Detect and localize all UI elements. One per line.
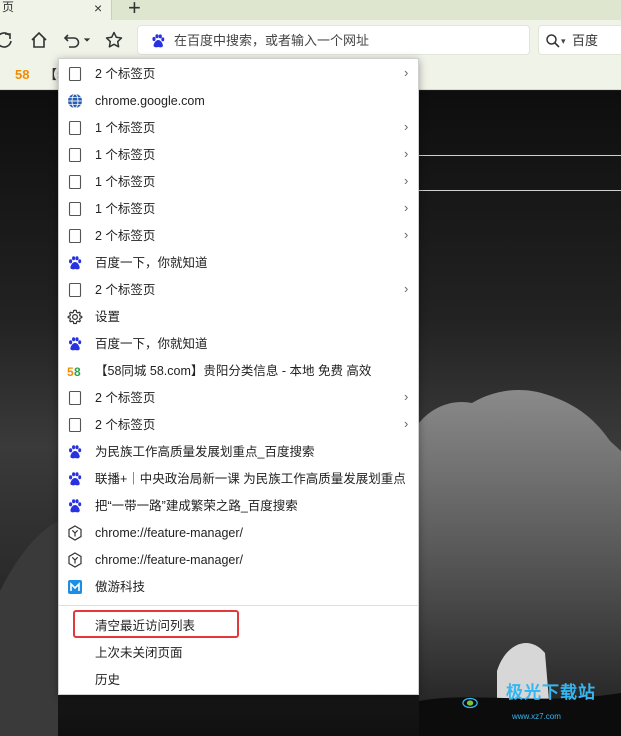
bookmark-58[interactable]: 58 [15,67,29,83]
tab-title: 页 [2,0,15,14]
menu-item[interactable]: 设置 [59,303,418,330]
menu-item[interactable]: chrome.google.com [59,87,418,114]
menu-item[interactable]: 把“一带一路”建成繁荣之路_百度搜索 [59,492,418,519]
submenu-arrow-icon: › [404,119,409,134]
watermark-url: www.xz7.com [512,712,561,721]
baidu-paw-icon [67,336,83,352]
address-placeholder: 在百度中搜索，或者输入一个网址 [174,33,370,48]
submenu-arrow-icon: › [404,200,409,215]
submenu-arrow-icon: › [404,173,409,188]
highlight-annotation-box [73,610,239,638]
menu-item-label: 【58同城 58.com】贵阳分类信息 - 本地 免费 高效 [95,364,372,378]
page-divider [418,190,621,191]
menu-item-label: 百度一下，你就知道 [95,337,208,351]
watermark-title: 极光下载站 [506,683,596,702]
history-item[interactable]: 历史 [95,672,120,688]
search-engine-dropdown-icon[interactable]: ▾ [561,33,566,49]
menu-item-label: chrome.google.com [95,94,205,108]
menu-item-label: 2 个标签页 [95,229,156,243]
menu-item[interactable]: 1 个标签页 › [59,195,418,222]
search-engine-label: 百度 [572,33,599,48]
page-icon [67,282,83,298]
menu-item[interactable]: 2 个标签页 › [59,276,418,303]
page-icon [67,174,83,190]
page-icon [67,147,83,163]
menu-item[interactable]: 5 8 【58同城 58.com】贵阳分类信息 - 本地 免费 高效 [59,357,418,384]
last-unclosed-pages-item[interactable]: 上次未关闭页面 [95,645,183,661]
menu-item[interactable]: 联播+｜中央政治局新一课 为民族工作高质量发展划重点 [59,465,418,492]
menu-item[interactable]: 1 个标签页 › [59,168,418,195]
menu-item[interactable]: 2 个标签页 › [59,384,418,411]
menu-item-label: 1 个标签页 [95,202,156,216]
baidu-paw-icon [67,498,83,514]
menu-item-label: 2 个标签页 [95,391,156,405]
baidu-paw-icon [67,444,83,460]
baidu-paw-icon [67,255,83,271]
submenu-arrow-icon: › [404,65,409,80]
menu-item-label: 百度一下，你就知道 [95,256,208,270]
hexagon-y-icon [67,525,83,541]
page-divider [418,155,621,156]
globe-icon [67,93,83,109]
menu-separator [59,605,418,606]
submenu-arrow-icon: › [404,281,409,296]
page-icon [67,120,83,136]
menu-item[interactable]: 百度一下，你就知道 [59,330,418,357]
search-icon [546,34,560,48]
menu-item[interactable]: 1 个标签页 › [59,141,418,168]
menu-item[interactable]: 百度一下，你就知道 [59,249,418,276]
page-icon [67,390,83,406]
menu-item-label: 1 个标签页 [95,175,156,189]
menu-item-label: 傲游科技 [95,580,146,594]
submenu-arrow-icon: › [404,389,409,404]
menu-item-label: chrome://feature-manager/ [95,553,243,567]
hexagon-y-icon [67,552,83,568]
undo-dropdown-icon[interactable] [80,28,94,52]
menu-item-label: 1 个标签页 [95,121,156,135]
menu-item[interactable]: 傲游科技 [59,573,418,600]
active-tab[interactable]: 页 × [0,0,112,20]
submenu-arrow-icon: › [404,227,409,242]
tab-strip: 页 × + [0,0,621,20]
toolbar: 在百度中搜索，或者输入一个网址 ▾ 百度 [0,20,621,60]
menu-item[interactable]: chrome://feature-manager/ [59,519,418,546]
svg-text:5: 5 [67,365,74,379]
menu-item-label: chrome://feature-manager/ [95,526,243,540]
recently-closed-menu: 2 个标签页 › chrome.google.com 1 个标签页 › 1 个标签页 › 1 … [58,58,419,695]
menu-item-label: 2 个标签页 [95,283,156,297]
menu-item-label: 为民族工作高质量发展划重点_百度搜索 [95,445,315,459]
submenu-arrow-icon: › [404,146,409,161]
baidu-paw-icon [152,34,165,48]
tab-close-icon[interactable]: × [94,1,102,15]
svg-text:8: 8 [74,365,81,379]
menu-item-label: 2 个标签页 [95,418,156,432]
menu-item-label: 2 个标签页 [95,67,156,81]
gear-icon [67,309,83,325]
reload-icon[interactable] [0,28,16,52]
menu-item[interactable]: 为民族工作高质量发展划重点_百度搜索 [59,438,418,465]
search-box[interactable]: ▾ 百度 [538,25,621,55]
menu-item[interactable]: 2 个标签页 › [59,60,418,87]
star-bookmark-icon[interactable] [102,28,126,52]
page-icon [67,417,83,433]
menu-item-label: 设置 [95,310,121,324]
page-icon [67,228,83,244]
baidu-paw-icon [67,471,83,487]
menu-item[interactable]: 2 个标签页 › [59,222,418,249]
menu-item[interactable]: 1 个标签页 › [59,114,418,141]
maxthon-icon [67,579,83,595]
watermark-logo [462,697,478,709]
new-tab-button[interactable]: + [128,0,141,19]
page-icon [67,201,83,217]
58-logo-icon: 58 [67,363,83,379]
menu-item[interactable]: 2 个标签页 › [59,411,418,438]
submenu-arrow-icon: › [404,416,409,431]
page-icon [67,66,83,82]
menu-item-label: 联播+｜中央政治局新一课 为民族工作高质量发展划重点 [95,472,406,486]
address-bar[interactable]: 在百度中搜索，或者输入一个网址 [137,25,530,55]
home-icon[interactable] [27,28,51,52]
menu-item-label: 1 个标签页 [95,148,156,162]
menu-item[interactable]: chrome://feature-manager/ [59,546,418,573]
menu-item-label: 把“一带一路”建成繁荣之路_百度搜索 [95,499,298,513]
